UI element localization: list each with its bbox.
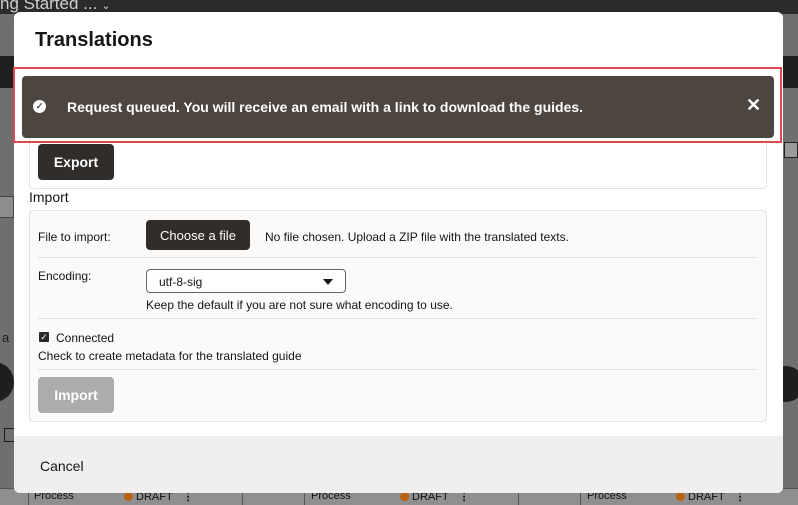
encoding-hint: Keep the default if you are not sure wha… <box>146 298 453 312</box>
import-button[interactable]: Import <box>38 377 114 413</box>
dialog-footer <box>14 436 783 493</box>
grid-icon <box>784 142 798 158</box>
file-status-text: No file chosen. Upload a ZIP file with t… <box>265 230 569 244</box>
check-circle-icon: ✓ <box>33 100 46 113</box>
encoding-select[interactable]: utf-8-sig <box>146 269 346 293</box>
toast-message: Request queued. You will receive an emai… <box>67 99 584 115</box>
toast-notification: ✓ Request queued. You will receive an em… <box>22 76 774 138</box>
encoding-value: utf-8-sig <box>159 275 203 289</box>
background-text: a <box>2 330 10 345</box>
caret-down-icon <box>323 279 333 285</box>
status-dot-icon <box>124 492 133 501</box>
choose-file-button[interactable]: Choose a file <box>146 220 250 250</box>
background-input <box>0 196 14 218</box>
checkmark-icon: ✓ <box>40 332 48 342</box>
chevron-down-icon: ⌄ <box>101 0 111 12</box>
encoding-label: Encoding: <box>38 269 92 283</box>
dialog-title: Translations <box>35 29 153 51</box>
file-to-import-label: File to import: <box>38 230 111 244</box>
status-dot-icon <box>400 492 409 501</box>
close-icon[interactable]: ✕ <box>746 95 761 115</box>
divider <box>38 318 757 319</box>
divider <box>38 369 757 370</box>
connected-checkbox[interactable]: ✓ <box>39 332 49 342</box>
export-button[interactable]: Export <box>38 144 114 180</box>
background-button <box>0 362 14 402</box>
status-dot-icon <box>676 492 685 501</box>
cancel-button[interactable]: Cancel <box>40 458 84 474</box>
connected-hint: Check to create metadata for the transla… <box>38 349 302 363</box>
connected-label: Connected <box>56 331 115 345</box>
divider <box>38 257 757 258</box>
import-section-label: Import <box>29 189 69 205</box>
